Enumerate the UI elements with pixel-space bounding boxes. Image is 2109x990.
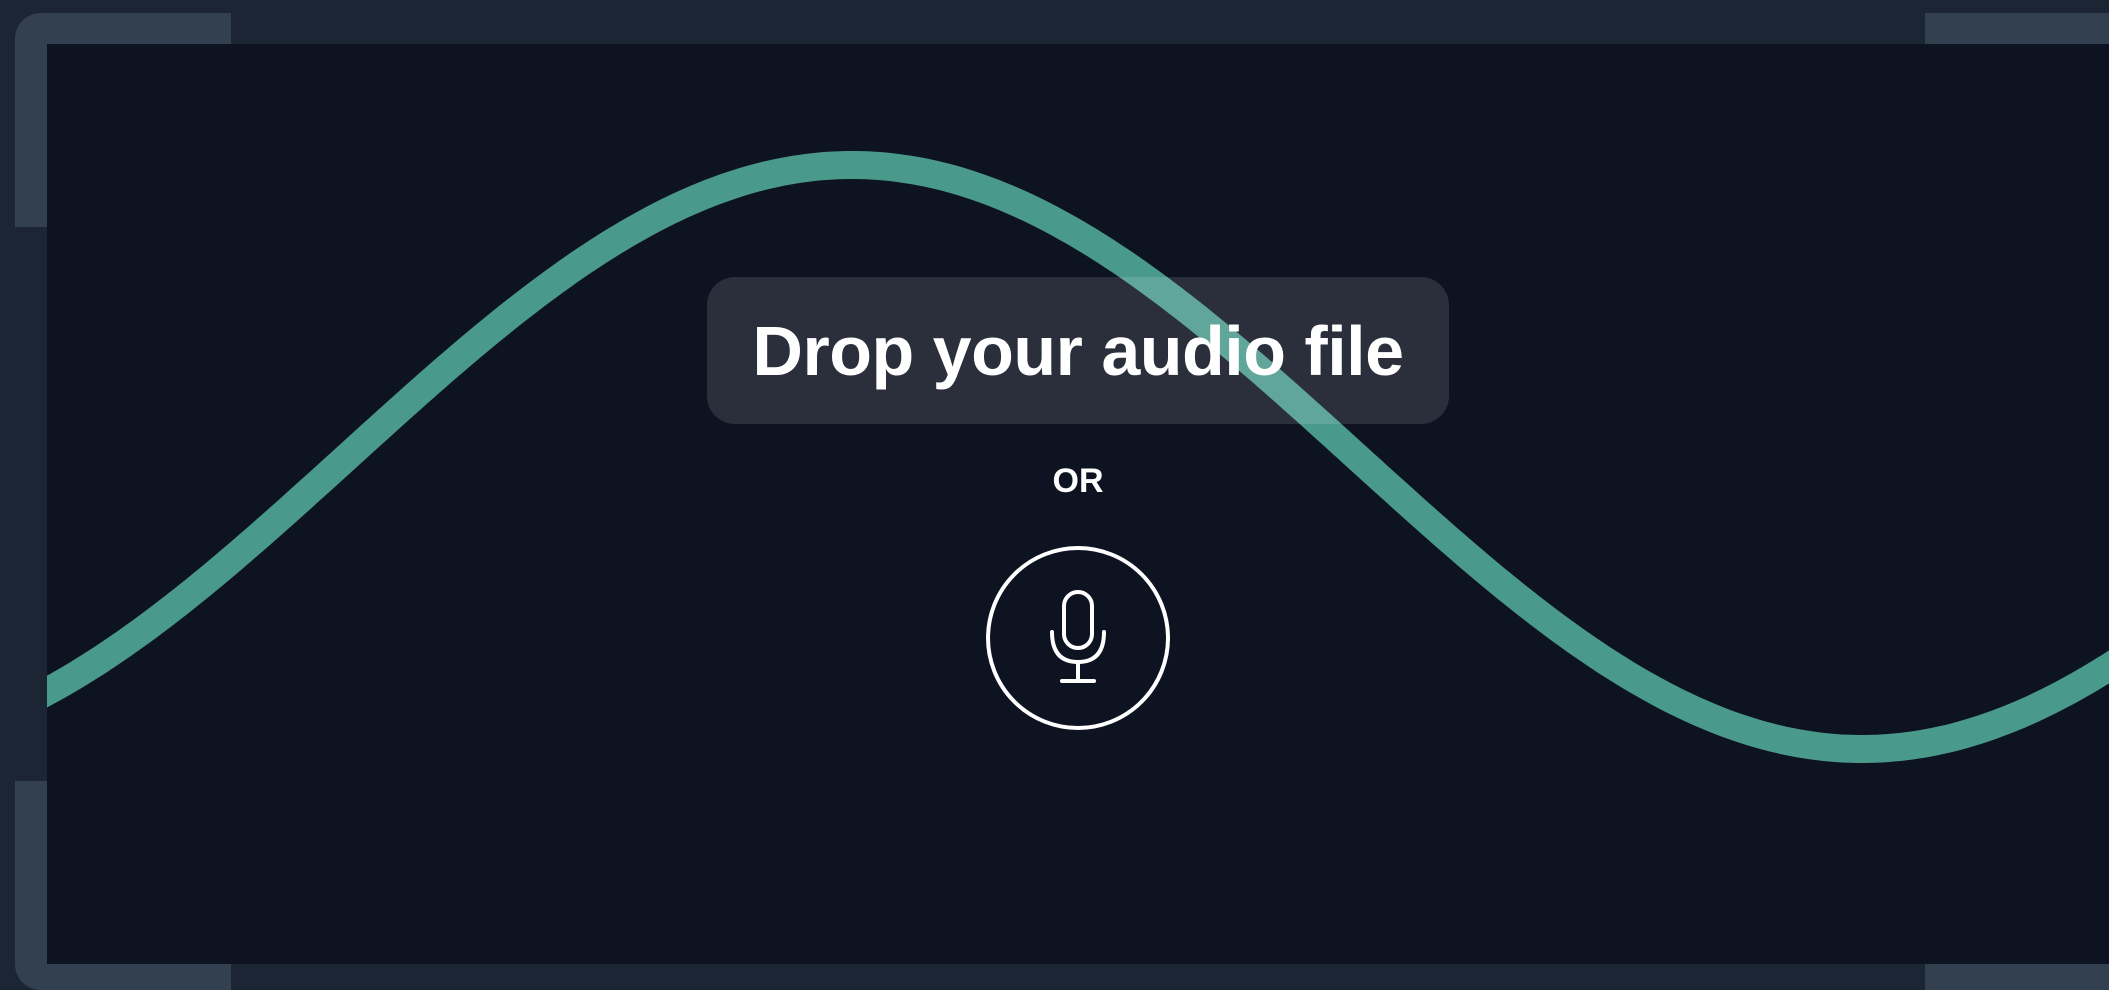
- record-audio-button[interactable]: [986, 546, 1170, 730]
- microphone-icon: [1046, 588, 1110, 688]
- frame-corner-top-right: [1925, 13, 2109, 44]
- or-separator: OR: [1052, 462, 1104, 500]
- waveform-graphic: [47, 151, 2109, 763]
- audio-drop-zone[interactable]: Drop your audio file OR: [47, 44, 2109, 964]
- drop-title-pill: Drop your audio file: [707, 277, 1449, 424]
- frame-corner-bottom-right: [1925, 964, 2109, 990]
- drop-title: Drop your audio file: [752, 311, 1404, 390]
- drop-frame: Drop your audio file OR: [0, 0, 2109, 990]
